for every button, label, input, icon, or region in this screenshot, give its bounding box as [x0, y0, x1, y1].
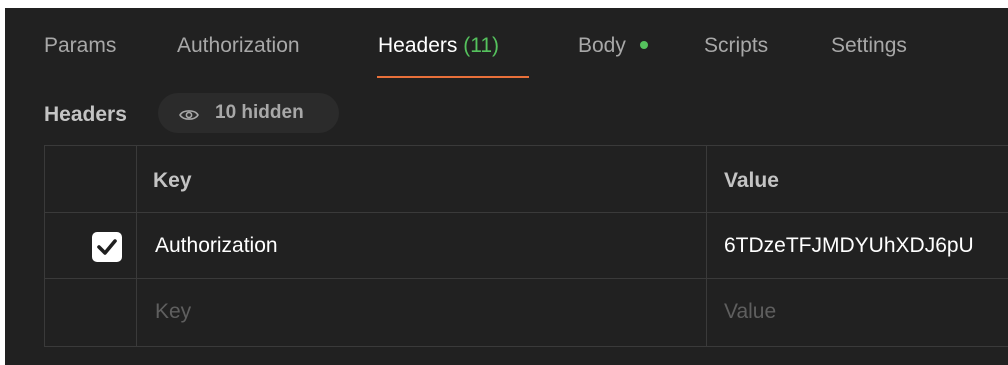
tab-headers-label: Headers [378, 34, 458, 57]
table-row: Authorization 6TDzeTFJMDYUhXDJ6pU [45, 213, 1008, 279]
tab-params-label: Params [44, 34, 117, 57]
checkbox-column-divider [136, 146, 137, 346]
headers-table: Key Value Authorization 6TDzeTFJMDYUhXDJ… [44, 145, 1008, 347]
tab-authorization-label: Authorization [177, 34, 300, 57]
header-key-cell[interactable]: Authorization [155, 234, 278, 258]
tab-scripts-label: Scripts [704, 34, 769, 57]
key-column-header: Key [153, 169, 192, 192]
tab-headers-count: (11) [463, 34, 500, 57]
new-key-input[interactable]: Key [155, 300, 191, 324]
tab-headers[interactable]: Headers (11) [378, 34, 499, 58]
request-panel: Params Authorization Headers (11) Body S… [5, 8, 1008, 365]
value-column-header: Value [724, 169, 779, 192]
tab-settings[interactable]: Settings [831, 34, 907, 58]
tab-body[interactable]: Body [578, 34, 648, 58]
key-value-column-divider [706, 146, 707, 346]
request-tabs: Params Authorization Headers (11) Body S… [5, 8, 1008, 78]
hidden-headers-label: 10 hidden [215, 102, 304, 123]
body-indicator-dot [639, 41, 648, 49]
hidden-headers-toggle[interactable]: 10 hidden [158, 93, 339, 133]
tab-params[interactable]: Params [44, 34, 116, 58]
row-enabled-checkbox[interactable] [92, 232, 122, 262]
table-header-row: Key Value [45, 146, 1008, 213]
eye-icon [179, 106, 199, 128]
tab-authorization[interactable]: Authorization [177, 34, 300, 58]
new-header-row: Key Value [45, 279, 1008, 345]
headers-section-title: Headers [44, 103, 127, 126]
tab-scripts[interactable]: Scripts [704, 34, 768, 58]
header-value-cell[interactable]: 6TDzeTFJMDYUhXDJ6pU [724, 234, 974, 258]
active-tab-indicator [377, 76, 529, 78]
new-value-input[interactable]: Value [724, 300, 776, 324]
tab-settings-label: Settings [831, 34, 907, 57]
tab-body-label: Body [578, 34, 626, 57]
checkmark-icon [97, 239, 117, 255]
